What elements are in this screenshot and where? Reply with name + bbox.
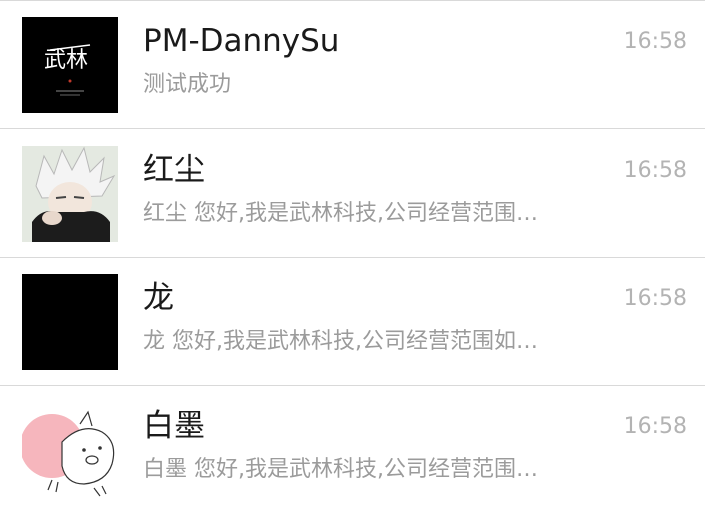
anime-character-icon [22, 146, 118, 242]
avatar[interactable]: 武林 [22, 17, 118, 113]
chat-name: 白墨 [143, 408, 205, 444]
chat-row-long[interactable]: 龙 龙 您好,我是武林科技,公司经营范围如… 16:58 [0, 258, 705, 386]
avatar-logo-text: 武林 [44, 48, 88, 73]
chat-time: 16:58 [623, 158, 687, 183]
chat-row-hongchen[interactable]: 红尘 红尘 您好,我是武林科技,公司经营范围… 16:58 [0, 130, 705, 258]
chat-preview: 测试成功 [143, 72, 232, 97]
chat-preview: 白墨 您好,我是武林科技,公司经营范围… [143, 457, 538, 482]
cartoon-pig-icon [22, 402, 118, 498]
avatar[interactable] [22, 146, 118, 242]
wulin-logo-icon: 武林 [22, 17, 118, 113]
avatar[interactable] [22, 402, 118, 498]
chat-list: 武林 PM-DannySu 测试成功 16:58 红尘 红尘 您好,我是武林科技… [0, 0, 705, 514]
chat-name: 龙 [143, 280, 174, 316]
chat-time: 16:58 [623, 414, 687, 439]
avatar[interactable] [22, 274, 118, 370]
chat-name: 红尘 [143, 152, 205, 188]
chat-time: 16:58 [623, 29, 687, 54]
chat-row-pm-dannysu[interactable]: 武林 PM-DannySu 测试成功 16:58 [0, 1, 705, 129]
black-avatar-icon [22, 274, 118, 370]
chat-preview: 龙 您好,我是武林科技,公司经营范围如… [143, 329, 538, 354]
chat-name: PM-DannySu [143, 23, 340, 59]
chat-time: 16:58 [623, 286, 687, 311]
divider [0, 128, 705, 129]
chat-row-baimo[interactable]: 白墨 白墨 您好,我是武林科技,公司经营范围… 16:58 [0, 386, 705, 514]
chat-preview: 红尘 您好,我是武林科技,公司经营范围… [143, 201, 538, 226]
